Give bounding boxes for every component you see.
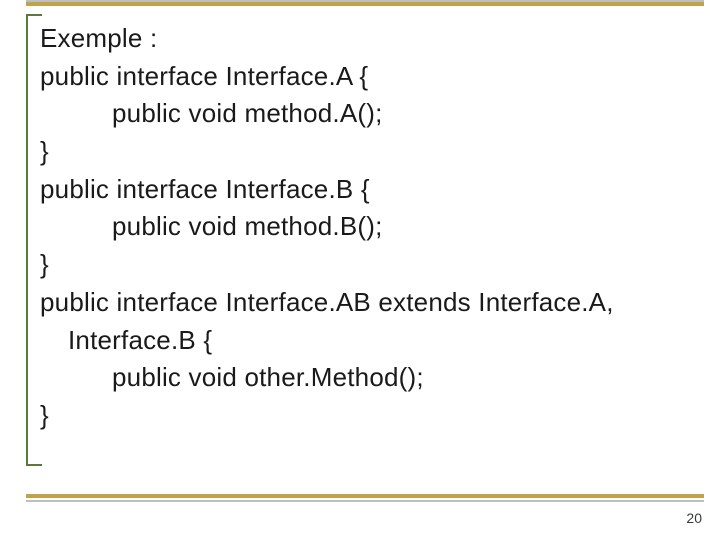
code-line: } [40,246,690,284]
code-line: public interface Interface.B { [40,171,690,209]
code-line: public void method.B(); [40,208,690,246]
slide-canvas: Exemple : public interface Interface.A {… [0,0,720,540]
code-line: } [40,397,690,435]
top-rule-gold [26,2,704,6]
code-line: } [40,133,690,171]
code-line: public void other.Method(); [40,359,690,397]
page-number: 20 [686,510,702,526]
code-block: Exemple : public interface Interface.A {… [40,20,690,435]
code-line: Exemple : [40,20,690,58]
bottom-rule-thin [26,500,704,502]
code-line: public void method.A(); [40,95,690,133]
bottom-rule-gold [26,494,704,498]
code-line: Interface.B { [40,322,690,360]
code-line: public interface Interface.A { [40,58,690,96]
code-line: public interface Interface.AB extends In… [40,284,690,322]
